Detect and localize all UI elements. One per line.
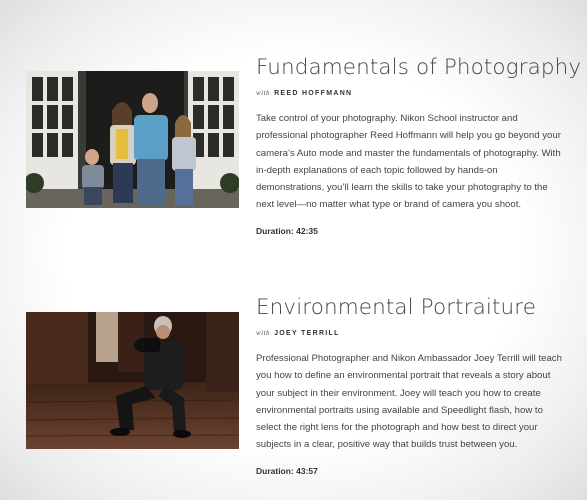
- course-duration: Duration: 42:35: [256, 225, 318, 236]
- instructor-byline: with JOEY TERRILL: [256, 329, 566, 337]
- course-title[interactable]: Fundamentals of Photography: [256, 55, 581, 81]
- course-thumbnail[interactable]: [26, 71, 239, 208]
- course-info: Fundamentals of Photography with REED HOF…: [256, 55, 581, 236]
- family-photo-image: [26, 71, 239, 208]
- instructor-name: REED HOFFMANN: [274, 90, 353, 97]
- with-label: with: [256, 89, 271, 97]
- photographer-photo-image: [26, 312, 239, 449]
- course-info: Environmental Portraiture with JOEY TERRI…: [256, 295, 566, 476]
- with-label: with: [256, 329, 271, 337]
- instructor-name: JOEY TERRILL: [274, 330, 340, 337]
- instructor-byline: with REED HOFFMANN: [256, 89, 566, 97]
- course-thumbnail[interactable]: [26, 312, 239, 449]
- course-description: Take control of your photography. Nikon …: [256, 113, 561, 211]
- course-description: Professional Photographer and Nikon Amba…: [256, 353, 562, 451]
- course-duration: Duration: 43:57: [256, 465, 318, 476]
- course-title[interactable]: Environmental Portraiture: [256, 295, 566, 321]
